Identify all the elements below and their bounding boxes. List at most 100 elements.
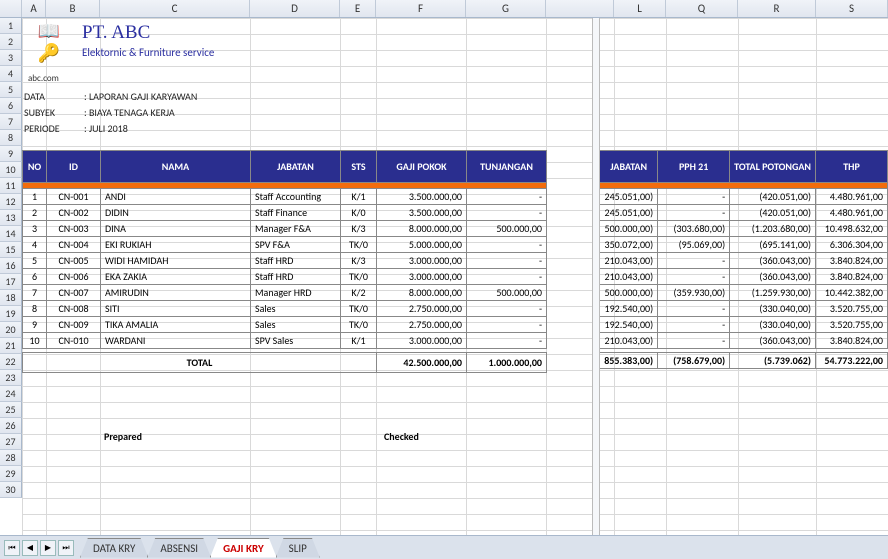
meta-data-label: DATA [24,90,84,103]
th-sts: STS [341,151,377,183]
table-row[interactable]: 1CN-001ANDIStaff AccountingK/13.500.000,… [23,189,547,205]
meta-periode-label: PERIODE [24,122,84,135]
col-header-partial[interactable] [546,0,614,17]
row-header[interactable]: 28 [0,450,22,466]
row-header[interactable]: 6 [0,98,22,114]
column-header-row: A B C D E F G L Q R S [0,0,888,18]
tab-nav-prev[interactable]: ◀ [22,540,38,556]
table-row[interactable]: 192.540,00)-(330.040,00)3.520.755,00 [600,301,888,317]
sheet-tab-slip[interactable]: SLIP [276,538,320,558]
tab-nav-next[interactable]: ▶ [40,540,56,556]
row-header[interactable]: 9 [0,146,22,162]
row-header[interactable]: 3 [0,50,22,66]
worksheet-area[interactable]: 📖🔑 abc.com PT. ABC Elektornic & Furnitur… [22,18,888,535]
row-header[interactable]: 13 [0,210,22,226]
split-pane-divider[interactable] [592,18,600,535]
total-label: TOTAL [23,353,377,373]
col-header[interactable]: F [376,0,466,17]
row-header[interactable]: 8 [0,130,22,146]
payroll-table[interactable]: NO ID NAMA JABATAN STS GAJI POKOK TUNJAN… [22,150,547,373]
row-header[interactable]: 11 [0,178,22,194]
col-header[interactable]: S [816,0,888,17]
row-header[interactable]: 20 [0,322,22,338]
sheet-tab-gaji-kry[interactable]: GAJI KRY [210,538,277,558]
table-row[interactable]: 500.000,00)(303.680,00)(1.203.680,00)10.… [600,221,888,237]
col-header[interactable]: D [250,0,340,17]
meta-subyek-label: SUBYEK [24,106,84,119]
row-header[interactable]: 2 [0,34,22,50]
row-header[interactable]: 1 [0,18,22,34]
table-row[interactable]: 6CN-006EKA ZAKIAStaff HRDTK/03.000.000,0… [23,269,547,285]
sheet-tab-absensi[interactable]: ABSENSI [147,538,211,558]
table-row[interactable]: 210.043,00)-(360.043,00)3.840.824,00 [600,253,888,269]
total-thp: 54.773.222,00 [816,353,888,369]
company-domain: abc.com [28,73,59,84]
th-pph: PPH 21 [658,151,730,183]
meta-data-value: LAPORAN GAJI KARYAWAN [84,90,197,103]
meta-periode-value: JULI 2018 [84,122,128,135]
col-header[interactable]: C [100,0,250,17]
row-header[interactable]: 19 [0,306,22,322]
total-tunjangan: 1.000.000,00 [467,353,547,373]
row-header[interactable]: 30 [0,482,22,498]
table-row[interactable]: 8CN-008SITISalesTK/02.750.000,00- [23,301,547,317]
sheet-tab-bar: ⏮ ◀ ▶ ⏭ DATA KRYABSENSIGAJI KRYSLIP [0,535,888,559]
col-header[interactable]: L [614,0,666,17]
checked-label: Checked [384,430,419,443]
table-row[interactable]: 192.540,00)-(330.040,00)3.520.755,00 [600,317,888,333]
table-row[interactable]: 210.043,00)-(360.043,00)3.840.824,00 [600,269,888,285]
table-row[interactable]: 210.043,00)-(360.043,00)3.840.824,00 [600,333,888,349]
row-header[interactable]: 24 [0,386,22,402]
row-header[interactable]: 29 [0,466,22,482]
row-header[interactable]: 26 [0,418,22,434]
row-header[interactable]: 4 [0,66,22,82]
col-header[interactable]: G [466,0,546,17]
th-jabatan-amt: JABATAN [600,151,658,183]
row-header[interactable]: 25 [0,402,22,418]
row-header[interactable]: 7 [0,114,22,130]
sheet-tab-data-kry[interactable]: DATA KRY [80,538,148,558]
table-row[interactable]: 500.000,00)(359.930,00)(1.259.930,00)10.… [600,285,888,301]
row-header[interactable]: 18 [0,290,22,306]
row-header[interactable]: 21 [0,338,22,354]
table-row[interactable]: 7CN-007AMIRUDINManager HRDK/28.000.000,0… [23,285,547,301]
th-tunjangan: TUNJANGAN [467,151,547,183]
row-header[interactable]: 17 [0,274,22,290]
payroll-table-right[interactable]: JABATAN PPH 21 TOTAL POTONGAN THP 245.05… [599,150,888,369]
row-header[interactable]: 14 [0,226,22,242]
th-no: NO [23,151,47,183]
col-header[interactable]: R [738,0,816,17]
tab-nav-last[interactable]: ⏭ [58,540,74,556]
select-all-cell[interactable] [0,0,22,17]
row-header[interactable]: 23 [0,370,22,386]
row-header[interactable]: 27 [0,434,22,450]
table-row[interactable]: 245.051,00)-(420.051,00)4.480.961,00 [600,189,888,205]
table-row[interactable]: 3CN-003DINAManager F&AK/38.000.000,00500… [23,221,547,237]
table-row[interactable]: 4CN-004EKI RUKIAHSPV F&ATK/05.000.000,00… [23,237,547,253]
table-row[interactable]: 10CN-010WARDANISPV SalesK/13.000.000,00- [23,333,547,349]
th-id: ID [47,151,101,183]
row-header[interactable]: 22 [0,354,22,370]
col-header[interactable]: E [340,0,376,17]
table-row[interactable]: 2CN-002DIDINStaff FinanceK/03.500.000,00… [23,205,547,221]
table-row[interactable]: 5CN-005WIDI HAMIDAHStaff HRDK/33.000.000… [23,253,547,269]
row-header[interactable]: 12 [0,194,22,210]
total-gaji: 42.500.000,00 [377,353,467,373]
th-jabatan: JABATAN [251,151,341,183]
table-row[interactable]: 245.051,00)-(420.051,00)4.480.961,00 [600,205,888,221]
row-header-column: 1234567891011121314151617181920212223242… [0,18,22,498]
tab-nav-first[interactable]: ⏮ [4,540,20,556]
table-row[interactable]: 9CN-009TIKA AMALIASalesTK/02.750.000,00- [23,317,547,333]
col-header[interactable]: A [22,0,46,17]
row-header[interactable]: 10 [0,162,22,178]
col-header[interactable]: Q [666,0,738,17]
total-potongan: (5.739.062) [730,353,816,369]
row-header[interactable]: 16 [0,258,22,274]
row-header[interactable]: 5 [0,82,22,98]
table-row[interactable]: 350.072,00)(95.069,00)(695.141,00)6.306.… [600,237,888,253]
th-thp: THP [816,151,888,183]
col-header[interactable]: B [46,0,100,17]
th-nama: NAMA [101,151,251,183]
th-gaji: GAJI POKOK [377,151,467,183]
row-header[interactable]: 15 [0,242,22,258]
